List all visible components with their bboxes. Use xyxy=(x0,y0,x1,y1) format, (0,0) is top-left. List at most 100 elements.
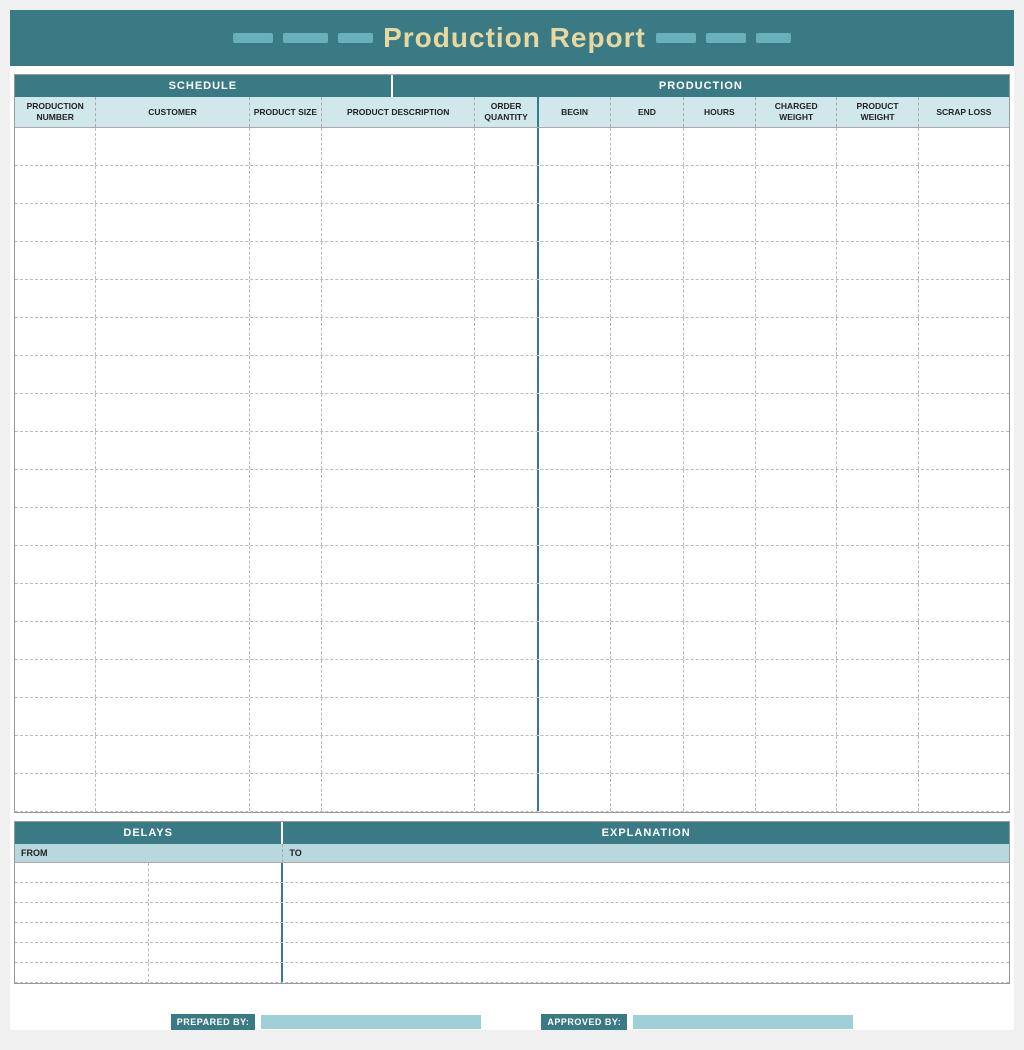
table-cell[interactable] xyxy=(919,166,1009,203)
table-cell[interactable] xyxy=(539,204,611,241)
table-cell[interactable] xyxy=(919,736,1009,773)
delays-cell[interactable] xyxy=(283,903,1009,922)
table-cell[interactable] xyxy=(475,470,539,507)
table-cell[interactable] xyxy=(611,128,683,165)
table-cell[interactable] xyxy=(539,774,611,811)
table-cell[interactable] xyxy=(756,356,837,393)
table-cell[interactable] xyxy=(539,508,611,545)
table-cell[interactable] xyxy=(756,774,837,811)
table-cell[interactable] xyxy=(96,546,249,583)
table-cell[interactable] xyxy=(250,622,322,659)
table-cell[interactable] xyxy=(611,432,683,469)
table-cell[interactable] xyxy=(96,356,249,393)
table-cell[interactable] xyxy=(475,318,539,355)
table-cell[interactable] xyxy=(475,698,539,735)
table-cell[interactable] xyxy=(250,204,322,241)
table-cell[interactable] xyxy=(919,698,1009,735)
table-cell[interactable] xyxy=(539,622,611,659)
delays-cell[interactable] xyxy=(15,863,149,882)
table-cell[interactable] xyxy=(919,394,1009,431)
table-cell[interactable] xyxy=(322,584,475,621)
table-cell[interactable] xyxy=(837,622,918,659)
table-cell[interactable] xyxy=(475,432,539,469)
table-cell[interactable] xyxy=(322,318,475,355)
table-cell[interactable] xyxy=(539,356,611,393)
table-cell[interactable] xyxy=(475,356,539,393)
table-cell[interactable] xyxy=(919,508,1009,545)
table-cell[interactable] xyxy=(322,166,475,203)
table-cell[interactable] xyxy=(322,660,475,697)
approved-by-line[interactable] xyxy=(633,1015,853,1029)
table-cell[interactable] xyxy=(684,622,756,659)
table-cell[interactable] xyxy=(837,356,918,393)
table-cell[interactable] xyxy=(611,394,683,431)
table-cell[interactable] xyxy=(684,432,756,469)
table-cell[interactable] xyxy=(756,128,837,165)
table-cell[interactable] xyxy=(684,470,756,507)
table-cell[interactable] xyxy=(756,280,837,317)
table-cell[interactable] xyxy=(756,242,837,279)
table-cell[interactable] xyxy=(322,774,475,811)
table-cell[interactable] xyxy=(837,432,918,469)
delays-cell[interactable] xyxy=(283,943,1009,962)
table-cell[interactable] xyxy=(15,280,96,317)
table-cell[interactable] xyxy=(250,736,322,773)
table-cell[interactable] xyxy=(539,546,611,583)
table-cell[interactable] xyxy=(837,546,918,583)
table-cell[interactable] xyxy=(611,584,683,621)
table-cell[interactable] xyxy=(96,166,249,203)
table-cell[interactable] xyxy=(96,736,249,773)
table-cell[interactable] xyxy=(539,660,611,697)
table-cell[interactable] xyxy=(611,242,683,279)
table-cell[interactable] xyxy=(15,774,96,811)
table-cell[interactable] xyxy=(837,774,918,811)
table-cell[interactable] xyxy=(322,204,475,241)
table-cell[interactable] xyxy=(15,660,96,697)
table-cell[interactable] xyxy=(611,698,683,735)
table-cell[interactable] xyxy=(15,242,96,279)
table-cell[interactable] xyxy=(684,394,756,431)
table-cell[interactable] xyxy=(250,166,322,203)
table-cell[interactable] xyxy=(919,660,1009,697)
table-cell[interactable] xyxy=(475,622,539,659)
table-cell[interactable] xyxy=(611,356,683,393)
table-cell[interactable] xyxy=(919,774,1009,811)
table-cell[interactable] xyxy=(322,622,475,659)
table-cell[interactable] xyxy=(15,204,96,241)
table-cell[interactable] xyxy=(684,280,756,317)
table-cell[interactable] xyxy=(919,280,1009,317)
delays-cell[interactable] xyxy=(15,883,149,902)
table-cell[interactable] xyxy=(15,166,96,203)
table-cell[interactable] xyxy=(322,470,475,507)
table-cell[interactable] xyxy=(475,394,539,431)
table-cell[interactable] xyxy=(322,242,475,279)
table-cell[interactable] xyxy=(96,432,249,469)
table-cell[interactable] xyxy=(96,774,249,811)
table-cell[interactable] xyxy=(250,356,322,393)
table-cell[interactable] xyxy=(475,204,539,241)
table-cell[interactable] xyxy=(756,508,837,545)
delays-cell[interactable] xyxy=(149,903,283,922)
table-cell[interactable] xyxy=(539,242,611,279)
table-cell[interactable] xyxy=(756,470,837,507)
delays-cell[interactable] xyxy=(283,863,1009,882)
table-cell[interactable] xyxy=(684,546,756,583)
table-cell[interactable] xyxy=(539,584,611,621)
table-cell[interactable] xyxy=(611,622,683,659)
table-cell[interactable] xyxy=(250,584,322,621)
table-cell[interactable] xyxy=(322,128,475,165)
table-cell[interactable] xyxy=(322,356,475,393)
table-cell[interactable] xyxy=(475,508,539,545)
table-cell[interactable] xyxy=(15,318,96,355)
table-cell[interactable] xyxy=(15,128,96,165)
table-cell[interactable] xyxy=(250,508,322,545)
delays-cell[interactable] xyxy=(149,963,283,982)
table-cell[interactable] xyxy=(250,698,322,735)
table-cell[interactable] xyxy=(322,698,475,735)
table-cell[interactable] xyxy=(475,660,539,697)
table-cell[interactable] xyxy=(15,546,96,583)
table-cell[interactable] xyxy=(322,280,475,317)
table-cell[interactable] xyxy=(837,204,918,241)
table-cell[interactable] xyxy=(684,508,756,545)
table-cell[interactable] xyxy=(539,698,611,735)
